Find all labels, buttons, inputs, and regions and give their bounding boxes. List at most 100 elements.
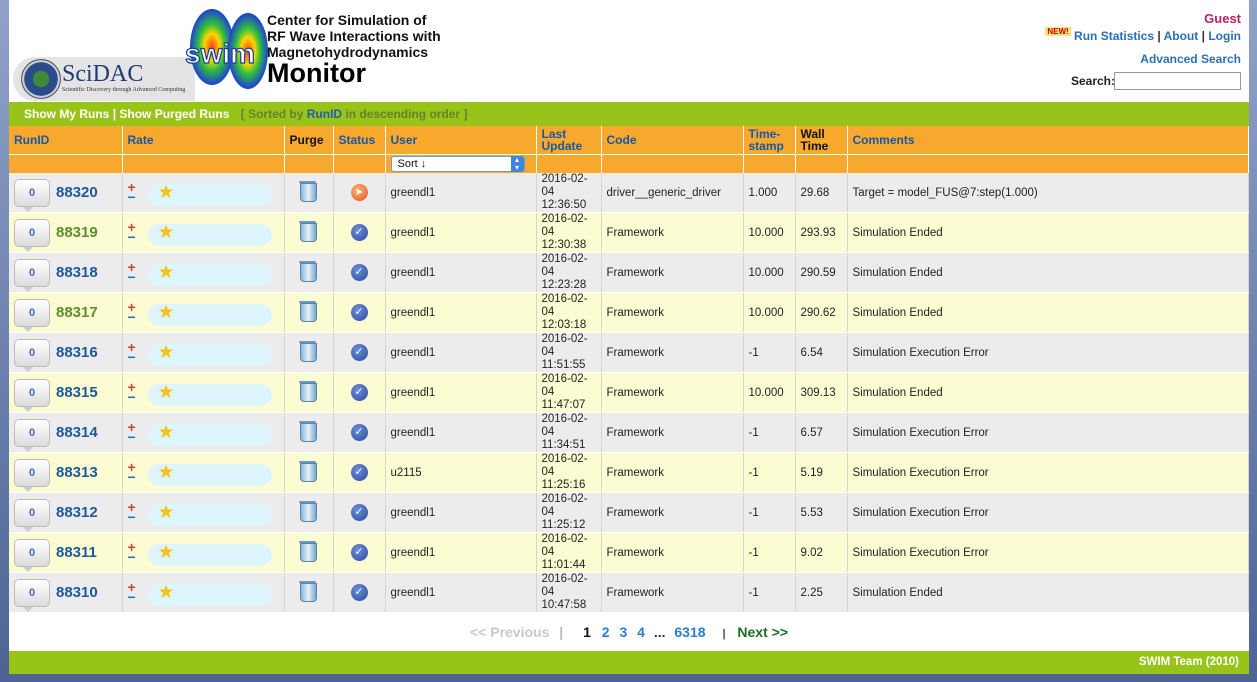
table-row[interactable]: 0 88317 + − ★ ✓ greendl1 2016-02- 04 12:03:18 Fram… bbox=[9, 292, 1249, 333]
user-sort-select[interactable]: Sort ↓ ▴ ▾ bbox=[390, 156, 525, 172]
rate-plus-minus-icon[interactable]: + − bbox=[128, 500, 136, 524]
completed-status-icon[interactable]: ✓ bbox=[350, 464, 368, 481]
completed-status-icon[interactable]: ✓ bbox=[350, 584, 368, 601]
star-icon[interactable]: ★ bbox=[158, 543, 175, 562]
comments-bubble-button[interactable]: 0 bbox=[14, 218, 50, 252]
star-icon[interactable]: ★ bbox=[158, 303, 175, 322]
swim-logo[interactable]: swim bbox=[182, 5, 272, 95]
runid-link[interactable]: 88312 bbox=[56, 504, 98, 521]
run-statistics-link[interactable]: Run Statistics bbox=[1074, 29, 1154, 43]
star-icon[interactable]: ★ bbox=[158, 583, 175, 602]
table-row[interactable]: 0 88314 + − ★ ✓ greendl1 2016-02- 04 11:34:51 Fram… bbox=[9, 412, 1249, 453]
col-rate[interactable]: Rate bbox=[122, 126, 285, 155]
comments-bubble-button[interactable]: 0 bbox=[14, 178, 50, 212]
runid-link[interactable]: 88311 bbox=[56, 544, 97, 561]
star-icon[interactable]: ★ bbox=[158, 263, 175, 282]
login-link[interactable]: Login bbox=[1208, 29, 1241, 43]
col-user[interactable]: User bbox=[385, 126, 537, 155]
page-link[interactable]: 3 bbox=[619, 624, 627, 640]
col-comments[interactable]: Comments bbox=[847, 126, 1249, 155]
runid-link[interactable]: 88317 bbox=[56, 304, 98, 321]
rate-plus-minus-icon[interactable]: + − bbox=[128, 420, 136, 444]
comments-bubble-button[interactable]: 0 bbox=[14, 578, 50, 612]
star-icon[interactable]: ★ bbox=[158, 183, 175, 202]
completed-status-icon[interactable]: ✓ bbox=[350, 264, 368, 281]
comments-bubble-button[interactable]: 0 bbox=[14, 258, 50, 292]
trash-icon[interactable] bbox=[299, 541, 317, 562]
advanced-search-link[interactable]: Advanced Search bbox=[1140, 52, 1241, 66]
col-status[interactable]: Status bbox=[333, 126, 386, 155]
runid-link[interactable]: 88314 bbox=[56, 424, 98, 441]
comments-bubble-button[interactable]: 0 bbox=[14, 298, 50, 332]
comments-bubble-button[interactable]: 0 bbox=[14, 338, 50, 372]
rate-plus-minus-icon[interactable]: + − bbox=[128, 580, 136, 604]
trash-icon[interactable] bbox=[299, 381, 317, 402]
last-page-link[interactable]: 6318 bbox=[674, 624, 705, 640]
star-icon[interactable]: ★ bbox=[158, 463, 175, 482]
star-icon[interactable]: ★ bbox=[158, 343, 175, 362]
page-link[interactable]: 2 bbox=[602, 624, 610, 640]
col-code[interactable]: Code bbox=[601, 126, 744, 155]
trash-icon[interactable] bbox=[299, 501, 317, 522]
table-row[interactable]: 0 88316 + − ★ ✓ greendl1 2016-02- 04 11:51:55 Fram… bbox=[9, 332, 1249, 373]
table-row[interactable]: 0 88310 + − ★ ✓ greendl1 2016-02- 04 10:47:58 Fram… bbox=[9, 572, 1249, 613]
about-link[interactable]: About bbox=[1164, 29, 1199, 43]
page-link[interactable]: 4 bbox=[637, 624, 645, 640]
trash-icon[interactable] bbox=[299, 341, 317, 362]
trash-icon[interactable] bbox=[299, 221, 317, 242]
comments-bubble-button[interactable]: 0 bbox=[14, 538, 50, 572]
next-page-link[interactable]: Next >> bbox=[737, 624, 788, 640]
show-purged-runs-link[interactable]: Show Purged Runs bbox=[119, 107, 229, 121]
completed-status-icon[interactable]: ✓ bbox=[350, 504, 368, 521]
col-last-update[interactable]: Last Update bbox=[536, 126, 602, 155]
comments-bubble-button[interactable]: 0 bbox=[14, 498, 50, 532]
running-status-icon[interactable]: ➤ bbox=[350, 184, 368, 201]
trash-icon[interactable] bbox=[299, 421, 317, 442]
trash-icon[interactable] bbox=[299, 181, 317, 202]
runid-link[interactable]: 88319 bbox=[56, 224, 98, 241]
show-my-runs-link[interactable]: Show My Runs bbox=[24, 107, 109, 121]
trash-icon[interactable] bbox=[299, 261, 317, 282]
rate-plus-minus-icon[interactable]: + − bbox=[128, 380, 136, 404]
runid-link[interactable]: 88316 bbox=[56, 344, 98, 361]
col-timestamp[interactable]: Time-stamp bbox=[743, 126, 796, 155]
table-row[interactable]: 0 88320 + − ★ ➤ greendl1 2016-02- 04 12:36:50 driv… bbox=[9, 173, 1249, 213]
star-icon[interactable]: ★ bbox=[158, 423, 175, 442]
col-runid[interactable]: RunID bbox=[9, 126, 123, 155]
comments-bubble-button[interactable]: 0 bbox=[14, 378, 50, 412]
star-icon[interactable]: ★ bbox=[158, 383, 175, 402]
trash-icon[interactable] bbox=[299, 581, 317, 602]
table-row[interactable]: 0 88318 + − ★ ✓ greendl1 2016-02- 04 12:23:28 Fram… bbox=[9, 252, 1249, 293]
sort-key-link[interactable]: RunID bbox=[307, 107, 342, 121]
scidac-logo[interactable]: SciDAC Scientific Discovery through Adva… bbox=[13, 57, 195, 101]
rate-plus-minus-icon[interactable]: + − bbox=[128, 340, 136, 364]
completed-status-icon[interactable]: ✓ bbox=[350, 224, 368, 241]
completed-status-icon[interactable]: ✓ bbox=[350, 384, 368, 401]
completed-status-icon[interactable]: ✓ bbox=[350, 424, 368, 441]
table-row[interactable]: 0 88311 + − ★ ✓ greendl1 2016-02- 04 11:01:44 Fram… bbox=[9, 532, 1249, 573]
rate-plus-minus-icon[interactable]: + − bbox=[128, 180, 136, 204]
rate-plus-minus-icon[interactable]: + − bbox=[128, 540, 136, 564]
search-input[interactable] bbox=[1114, 72, 1241, 90]
table-row[interactable]: 0 88312 + − ★ ✓ greendl1 2016-02- 04 11:25:12 Fram… bbox=[9, 492, 1249, 533]
star-icon[interactable]: ★ bbox=[158, 223, 175, 242]
table-row[interactable]: 0 88319 + − ★ ✓ greendl1 2016-02- 04 12:30:38 Fram… bbox=[9, 212, 1249, 253]
rate-plus-minus-icon[interactable]: + − bbox=[128, 260, 136, 284]
star-icon[interactable]: ★ bbox=[158, 503, 175, 522]
comments-bubble-button[interactable]: 0 bbox=[14, 418, 50, 452]
runid-link[interactable]: 88320 bbox=[56, 184, 98, 201]
runid-link[interactable]: 88313 bbox=[56, 464, 98, 481]
completed-status-icon[interactable]: ✓ bbox=[350, 544, 368, 561]
runid-link[interactable]: 88315 bbox=[56, 384, 98, 401]
rate-plus-minus-icon[interactable]: + − bbox=[128, 460, 136, 484]
completed-status-icon[interactable]: ✓ bbox=[350, 344, 368, 361]
table-row[interactable]: 0 88315 + − ★ ✓ greendl1 2016-02- 04 11:47:07 Fram… bbox=[9, 372, 1249, 413]
table-row[interactable]: 0 88313 + − ★ ✓ u2115 2016-02- 04 11:25:16 Framewo… bbox=[9, 452, 1249, 493]
rate-plus-minus-icon[interactable]: + − bbox=[128, 220, 136, 244]
runid-link[interactable]: 88310 bbox=[56, 584, 98, 601]
trash-icon[interactable] bbox=[299, 301, 317, 322]
rate-plus-minus-icon[interactable]: + − bbox=[128, 300, 136, 324]
comments-bubble-button[interactable]: 0 bbox=[14, 458, 50, 492]
completed-status-icon[interactable]: ✓ bbox=[350, 304, 368, 321]
runid-link[interactable]: 88318 bbox=[56, 264, 98, 281]
